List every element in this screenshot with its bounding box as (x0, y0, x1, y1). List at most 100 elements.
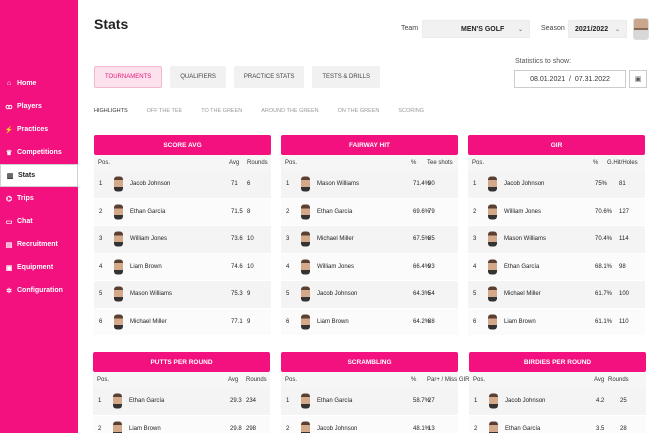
row-position: 4 (286, 263, 290, 270)
player-name: Ethan García (129, 398, 165, 405)
table-row[interactable]: 2 Ethan García 3.5 28 (469, 415, 646, 433)
player-name: Jacob Johnson (505, 398, 546, 405)
sidebar-item-home[interactable]: ⌂ Home (0, 72, 78, 95)
sidebar-item-equipment[interactable]: ▣ Equipment (0, 256, 78, 279)
table-row[interactable]: 2 Liam Brown 29.8 298 (93, 415, 270, 433)
row-count: 8 (247, 208, 251, 215)
table-row[interactable]: 4 William Jones 66.4% 93 (281, 253, 458, 281)
table-row[interactable]: 1 Jacob Johnson 75% 81 (468, 171, 645, 199)
date-range-input[interactable]: 08.01.2021 / 07.31.2022 (514, 70, 626, 88)
column-count: G.Hit/Holes (607, 160, 638, 166)
row-count: 298 (246, 425, 257, 432)
tab-tests-drills[interactable]: TESTS & DRILLS (312, 66, 381, 88)
sidebar-item-label: Stats (18, 172, 36, 179)
player-avatar (113, 421, 122, 433)
table-row[interactable]: 1 Mason Williams 71.4% 90 (281, 171, 458, 199)
table-row[interactable]: 3 Mason Williams 70.4% 114 (468, 226, 645, 254)
sidebar-item-trips[interactable]: ⌬ Trips (0, 187, 78, 210)
player-avatar (114, 176, 123, 192)
row-value: 68.1% (595, 263, 613, 270)
row-count: 85 (428, 236, 435, 243)
team-select[interactable]: MEN'S GOLF ⌄ (422, 20, 530, 38)
sidebar-item-label: Chat (17, 218, 33, 225)
trophy-icon: ♛ (5, 149, 13, 157)
tab-qualifiers[interactable]: QUALIFIERS (170, 66, 226, 88)
column-value: % (593, 160, 599, 166)
sidebar-item-players[interactable]: ꝏ Players (0, 95, 78, 118)
subtab-highlights[interactable]: HIGHLIGHTS (94, 108, 128, 114)
table-row[interactable]: 6 Liam Brown 61.1% 110 (468, 308, 645, 336)
team-select-value: MEN'S GOLF (461, 25, 505, 33)
card-rows: 1 Jacob Johnson 75% 81 2 William Jones 70.6% 12… (468, 171, 645, 336)
sidebar-item-stats[interactable]: ▥ Stats (0, 164, 78, 187)
table-row[interactable]: 6 Michael Miller 77.1 9 (94, 308, 271, 336)
table-row[interactable]: 2 William Jones 70.6% 127 (468, 198, 645, 226)
player-avatar (488, 231, 497, 247)
table-row[interactable]: 1 Jacob Johnson 4.2 25 (469, 388, 646, 416)
row-count: 27 (428, 398, 435, 405)
stats-subtabs: HIGHLIGHTS OFF THE TEE TO THE GREEN AROUND … (94, 108, 443, 114)
row-value: 75% (595, 181, 608, 188)
statistics-label: Statistics to show: (515, 58, 572, 65)
row-position: 6 (473, 318, 477, 325)
row-value: 61.1% (595, 318, 613, 325)
column-value: Avg (229, 160, 240, 166)
sidebar-item-chat[interactable]: ▭ Chat (0, 210, 78, 233)
player-avatar (114, 259, 123, 275)
table-row[interactable]: 1 Jacob Johnson 71 6 (94, 171, 271, 199)
sidebar-item-configuration[interactable]: ✲ Configuration (0, 279, 78, 302)
row-position: 6 (286, 318, 290, 325)
subtab-to-the-green[interactable]: TO THE GREEN (201, 108, 242, 114)
row-value: 4.2 (596, 398, 605, 405)
table-row[interactable]: 5 Jacob Johnson 64.3% 54 (281, 281, 458, 309)
sidebar-item-competitions[interactable]: ♛ Competitions (0, 141, 78, 164)
table-row[interactable]: 2 Ethan García 69.6% 79 (281, 198, 458, 226)
recruitment-icon: ▤ (5, 241, 13, 249)
table-row[interactable]: 4 Liam Brown 74.6 10 (94, 253, 271, 281)
table-row[interactable]: 3 William Jones 73.6 10 (94, 226, 271, 254)
player-name: Jacob Johnson (504, 181, 545, 188)
sidebar-item-recruitment[interactable]: ▤ Recruitment (0, 233, 78, 256)
calendar-button[interactable]: ▣ (629, 70, 647, 88)
row-count: 28 (620, 425, 627, 432)
main-content: Stats Team MEN'S GOLF ⌄ Season 2021/2022… (78, 0, 657, 433)
row-position: 4 (473, 263, 477, 270)
table-row[interactable]: 3 Michael Miller 67.5% 85 (281, 226, 458, 254)
player-name: Michael Miller (504, 291, 541, 298)
table-row[interactable]: 4 Ethan García 68.1% 98 (468, 253, 645, 281)
row-value: 73.6 (231, 236, 243, 243)
row-position: 2 (99, 208, 103, 215)
tab-tournaments[interactable]: TOURNAMENTS (94, 66, 163, 88)
calendar-icon: ▣ (634, 76, 642, 83)
row-value: 70.4% (595, 236, 613, 243)
subtab-on-the-green[interactable]: ON THE GREEN (338, 108, 380, 114)
player-avatar (489, 393, 498, 409)
row-value: 29.8 (230, 425, 242, 432)
player-name: William Jones (317, 263, 355, 270)
table-row[interactable]: 2 Jacob Johnson 48.1% 13 (281, 415, 458, 433)
table-row[interactable]: 2 Ethan García 71.5 8 (94, 198, 271, 226)
subtab-off-the-tee[interactable]: OFF THE TEE (147, 108, 183, 114)
row-value: 71 (231, 181, 238, 188)
sidebar-item-practices[interactable]: ⚡ Practices (0, 118, 78, 141)
stat-card-score-avg: SCORE AVG Pos. Avg Rounds 1 Jacob Johnson 71 6 2… (94, 135, 271, 336)
tab-practice-stats[interactable]: PRACTICE STATS (233, 66, 305, 88)
user-avatar[interactable] (633, 18, 649, 40)
table-row[interactable]: 6 Liam Brown 64.2% 88 (281, 308, 458, 336)
table-row[interactable]: 1 Ethan García 29.3 234 (93, 388, 270, 416)
column-pos: Pos. (98, 160, 111, 166)
stat-card-scrambling: SCRAMBLING Pos.% Par+ / Miss GIR 1 Ethan Gar… (281, 352, 470, 433)
player-avatar (489, 421, 498, 433)
subtab-scoring[interactable]: SCORING (398, 108, 424, 114)
row-count: 9 (247, 291, 251, 298)
table-row[interactable]: 5 Michael Miller 61.7% 100 (468, 281, 645, 309)
sidebar-item-label: Players (17, 103, 42, 110)
table-row[interactable]: 1 Ethan García 58.7% 27 (281, 388, 458, 416)
player-name: Ethan García (317, 398, 353, 405)
column-pos: Pos. (97, 377, 110, 383)
season-select[interactable]: 2021/2022 ⌄ (568, 20, 627, 38)
table-row[interactable]: 5 Mason Williams 75.3 9 (94, 281, 271, 309)
column-count: Rounds (246, 377, 267, 383)
row-count: 100 (619, 291, 630, 298)
subtab-around-the-green[interactable]: AROUND THE GREEN (261, 108, 318, 114)
